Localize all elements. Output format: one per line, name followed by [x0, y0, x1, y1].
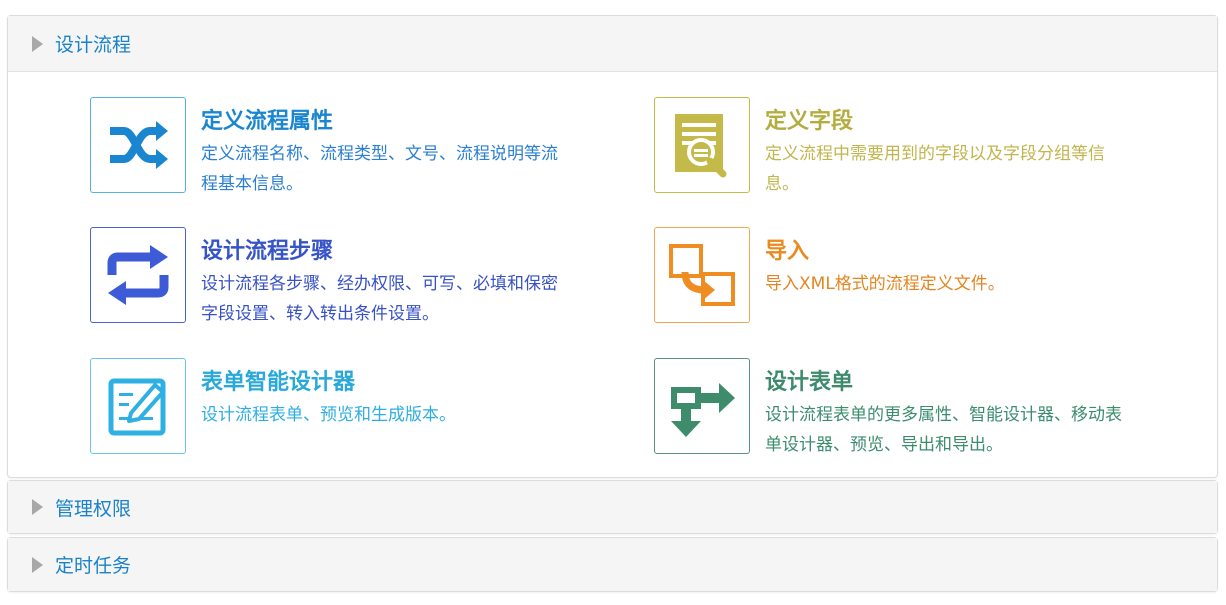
- card-define-fields[interactable]: 定义字段 定义流程中需要用到的字段以及字段分组等信息。: [654, 97, 1174, 195]
- section-title: 定时任务: [55, 555, 132, 577]
- card-title: 定义流程属性: [201, 109, 334, 134]
- card-title: 定义字段: [765, 109, 854, 134]
- card-title: 设计表单: [765, 370, 854, 395]
- form-transfer-icon: [654, 358, 750, 454]
- card-description: 设计流程表单的更多属性、智能设计器、移动表单设计器、预览、导出和导出。: [765, 405, 1122, 455]
- card-title: 设计流程步骤: [201, 239, 334, 264]
- caret-right-icon: [32, 556, 43, 573]
- import-icon: [654, 227, 750, 323]
- card-title: 表单智能设计器: [201, 370, 356, 395]
- shuffle-icon: [90, 97, 186, 193]
- section-title: 设计流程: [55, 34, 132, 56]
- card-design-form[interactable]: 设计表单 设计流程表单的更多属性、智能设计器、移动表单设计器、预览、导出和导出。: [654, 358, 1174, 456]
- card-form-smart-designer[interactable]: 表单智能设计器 设计流程表单、预览和生成版本。: [90, 358, 610, 456]
- section-title: 管理权限: [55, 497, 132, 520]
- section-header-design-flow[interactable]: 设计流程: [8, 16, 1217, 72]
- card-design-flow-steps[interactable]: 设计流程步骤 设计流程各步骤、经办权限、可写、必填和保密字段设置、转入转出条件设…: [90, 227, 610, 325]
- section-header-manage-permissions[interactable]: 管理权限: [8, 481, 1217, 533]
- card-import[interactable]: 导入 导入XML格式的流程定义文件。: [654, 227, 1174, 325]
- document-search-icon: [654, 97, 750, 193]
- section-header-scheduled-tasks[interactable]: 定时任务: [8, 538, 1217, 591]
- caret-right-icon: [32, 499, 43, 515]
- card-description: 定义流程名称、流程类型、文号、流程说明等流程基本信息。: [201, 144, 558, 194]
- caret-right-icon: [32, 35, 43, 52]
- card-define-flow-properties[interactable]: 定义流程属性 定义流程名称、流程类型、文号、流程说明等流程基本信息。: [90, 97, 610, 195]
- form-edit-icon: [90, 358, 186, 454]
- card-description: 导入XML格式的流程定义文件。: [765, 274, 1005, 294]
- repeat-icon: [90, 227, 186, 323]
- section-manage-permissions: 管理权限: [7, 480, 1218, 534]
- card-description: 设计流程各步骤、经办权限、可写、必填和保密字段设置、转入转出条件设置。: [201, 274, 558, 324]
- card-title: 导入: [765, 239, 810, 264]
- card-description: 设计流程表单、预览和生成版本。: [201, 405, 456, 425]
- section-scheduled-tasks: 定时任务: [7, 537, 1218, 592]
- card-description: 定义流程中需要用到的字段以及字段分组等信息。: [765, 144, 1105, 194]
